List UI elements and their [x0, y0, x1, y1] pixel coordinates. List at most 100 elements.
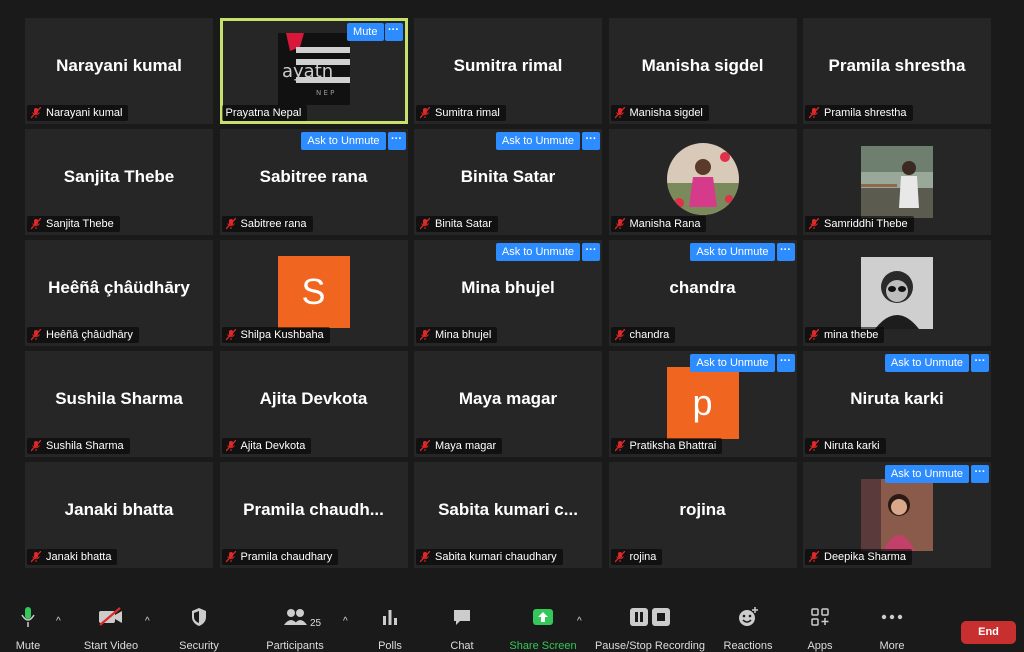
participant-tile[interactable]: Ajita Devkota Ajita Devkota: [219, 351, 408, 457]
video-off-icon: [80, 604, 142, 630]
participant-tile[interactable]: rojina rojina: [608, 462, 797, 568]
participant-tile[interactable]: Sumitra rimal Sumitra rimal: [414, 18, 602, 124]
participant-tile[interactable]: Pramila shrestha Pramila shrestha: [803, 18, 991, 124]
participant-name-display: Sushila Sharma: [55, 389, 183, 408]
participant-tile[interactable]: Janaki bhatta Janaki bhatta: [25, 462, 213, 568]
more-options-button[interactable]: ···: [776, 354, 795, 372]
ask-to-unmute-button[interactable]: Ask to Unmute: [301, 132, 386, 150]
svg-text:ayatn: ayatn: [282, 61, 333, 82]
mute-button[interactable]: Mute: [8, 604, 48, 652]
more-options-button[interactable]: ···: [387, 132, 406, 150]
more-options-button[interactable]: ···: [582, 243, 600, 261]
mute-participant-button[interactable]: Mute: [347, 23, 384, 41]
ask-to-unmute-button[interactable]: Ask to Unmute: [884, 354, 969, 372]
security-button[interactable]: Security: [175, 604, 223, 652]
participant-label: Janaki bhatta: [27, 549, 118, 565]
mic-muted-icon: [420, 440, 430, 452]
participants-label: Participants: [266, 640, 324, 652]
participant-label: Sushila Sharma: [27, 438, 130, 454]
participant-tile[interactable]: mina thebe: [803, 240, 991, 346]
participant-tile[interactable]: Ask to Unmute ··· Sabitree rana Sabitree…: [219, 129, 408, 235]
participant-label: Manisha Rana: [610, 216, 707, 232]
mic-muted-icon: [31, 107, 41, 119]
participant-tile[interactable]: p Ask to Unmute ··· Pratiksha Bhattrai: [608, 351, 797, 457]
end-meeting-button[interactable]: End: [961, 621, 1016, 644]
polls-label: Polls: [378, 640, 402, 652]
reactions-label: Reactions: [723, 640, 773, 652]
participant-tile[interactable]: Sabita kumari c... Sabita kumari chaudha…: [414, 462, 602, 568]
ask-to-unmute-button[interactable]: Ask to Unmute: [884, 465, 969, 483]
more-button[interactable]: More: [872, 604, 912, 652]
participant-label: Sabitree rana: [221, 216, 313, 232]
mic-muted-icon: [31, 218, 41, 230]
participants-options-caret[interactable]: ^: [337, 604, 349, 652]
participant-tile[interactable]: Narayani kumal Narayani kumal: [25, 18, 213, 124]
security-label: Security: [179, 640, 219, 652]
participant-name-display: Sumitra rimal: [453, 56, 563, 75]
video-options-caret[interactable]: ^: [139, 604, 151, 652]
participant-tile[interactable]: Ask to Unmute ··· Deepika Sharma: [803, 462, 991, 568]
mute-options-caret[interactable]: ^: [50, 604, 62, 652]
participant-tile[interactable]: Ask to Unmute ··· Niruta karki Niruta ka…: [803, 351, 991, 457]
participant-tile[interactable]: Maya magar Maya magar: [414, 351, 602, 457]
participant-name-display: Mina bhujel: [461, 278, 555, 297]
participant-tile[interactable]: Ask to Unmute ··· Binita Satar Binita Sa…: [414, 129, 602, 235]
mic-muted-icon: [614, 440, 625, 452]
chat-button[interactable]: Chat: [444, 604, 480, 652]
share-screen-icon: [508, 604, 578, 630]
participant-label: rojina: [610, 549, 663, 565]
more-options-button[interactable]: ···: [971, 465, 989, 483]
participant-tile[interactable]: Ask to Unmute ··· Mina bhujel Mina bhuje…: [414, 240, 602, 346]
ask-to-unmute-button[interactable]: Ask to Unmute: [495, 132, 580, 150]
participant-tile[interactable]: Pramila chaudh... Pramila chaudhary: [219, 462, 408, 568]
more-options-button[interactable]: ···: [776, 243, 795, 261]
participant-name-display: Ajita Devkota: [259, 389, 368, 408]
participant-label-text: Prayatna Nepal: [225, 107, 302, 119]
participant-tile[interactable]: Heêñâ çhâüdhāry Heêñâ çhâüdhāry: [25, 240, 213, 346]
mic-muted-icon: [31, 440, 41, 452]
participant-label: Prayatna Nepal: [221, 105, 308, 121]
participant-tile[interactable]: S Shilpa Kushbaha: [219, 240, 408, 346]
more-label: More: [879, 640, 905, 652]
participant-tile[interactable]: Manisha Rana: [608, 129, 797, 235]
participant-tile-active[interactable]: ayatn N E P Mute ··· Prayatna Nepal: [219, 18, 408, 124]
polls-button[interactable]: Polls: [372, 604, 408, 652]
start-video-label: Start Video: [83, 640, 139, 652]
participant-label: Pramila chaudhary: [221, 549, 339, 565]
participants-button[interactable]: 25 Participants: [262, 604, 328, 652]
participant-label: Pratiksha Bhattrai: [610, 438, 723, 454]
share-screen-button[interactable]: Share Screen: [508, 604, 578, 652]
participant-label: Sanjita Thebe: [27, 216, 120, 232]
participant-tile[interactable]: Sanjita Thebe Sanjita Thebe: [25, 129, 213, 235]
ask-to-unmute-button[interactable]: Ask to Unmute: [690, 243, 775, 261]
share-options-caret[interactable]: ^: [571, 604, 583, 652]
participant-tile[interactable]: Ask to Unmute ··· chandra chandra: [608, 240, 797, 346]
more-options-button[interactable]: ···: [582, 132, 600, 150]
mic-muted-icon: [809, 551, 819, 563]
participant-label-text: Samriddhi Thebe: [824, 218, 908, 230]
more-options-button[interactable]: ···: [384, 23, 403, 41]
participant-tile[interactable]: Sushila Sharma Sushila Sharma: [25, 351, 213, 457]
profile-photo-image: [861, 257, 933, 329]
avatar-letter: p: [666, 367, 739, 439]
ask-to-unmute-button[interactable]: Ask to Unmute: [690, 354, 775, 372]
participant-label: Niruta karki: [805, 438, 886, 454]
mic-muted-icon: [614, 218, 625, 230]
apps-button[interactable]: Apps: [803, 604, 837, 652]
smiley-icon: [722, 604, 774, 630]
reactions-button[interactable]: Reactions: [722, 604, 774, 652]
profile-photo: [666, 143, 739, 215]
ask-to-unmute-button[interactable]: Ask to Unmute: [495, 243, 580, 261]
mic-muted-icon: [420, 218, 430, 230]
participant-tile[interactable]: Manisha sigdel Manisha sigdel: [608, 18, 797, 124]
participant-label: Binita Satar: [416, 216, 498, 232]
start-video-button[interactable]: Start Video: [80, 604, 142, 652]
participant-tile[interactable]: Samriddhi Thebe: [803, 129, 991, 235]
pause-stop-recording-button[interactable]: Pause/Stop Recording: [593, 604, 707, 652]
more-options-button[interactable]: ···: [971, 354, 989, 372]
chat-label: Chat: [450, 640, 474, 652]
profile-photo: [861, 257, 933, 329]
profile-photo: [861, 479, 933, 551]
participant-label-text: Sabita kumari chaudhary: [435, 551, 557, 563]
pause-stop-icon: [593, 604, 707, 630]
